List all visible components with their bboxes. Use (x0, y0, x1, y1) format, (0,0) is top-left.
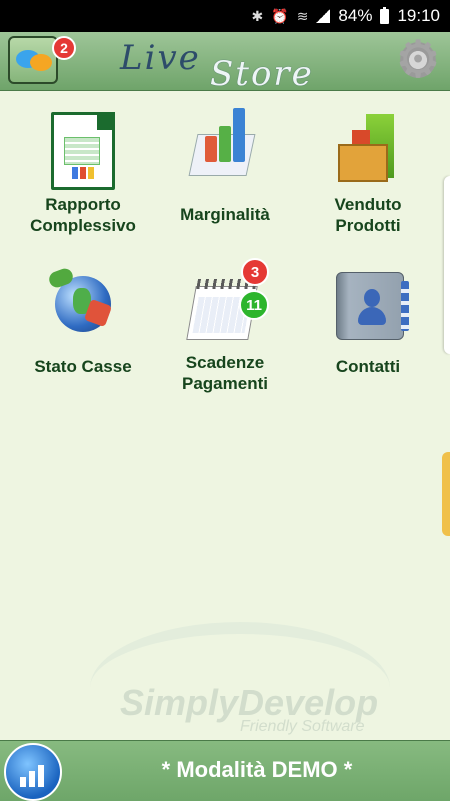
products-crate-icon (330, 108, 406, 186)
tile-stato-casse[interactable]: Stato Casse (8, 266, 158, 377)
spreadsheet-document-icon (45, 108, 121, 190)
bluetooth-icon: ✱ (251, 7, 264, 24)
tile-label-line2: Complessivo (30, 216, 136, 235)
watermark-logo: SimplyDevelop Friendly Software (90, 612, 400, 735)
globe-arrows-icon (45, 266, 121, 344)
bar-chart-icon (187, 108, 263, 186)
cloud-chart-icon[interactable] (4, 743, 62, 801)
alarm-icon: ⏰ (271, 7, 289, 24)
tile-label-line1: Venduto (334, 195, 402, 214)
battery-icon (380, 6, 390, 24)
tile-label-line1: Scadenze (185, 353, 265, 372)
calendar-icon: 3 11 (186, 258, 269, 344)
watermark-subtitle: Friendly Software (240, 718, 365, 735)
app-logo-live: Live (120, 38, 201, 78)
edge-handle[interactable] (442, 452, 450, 536)
clock: 19:10 (397, 6, 440, 25)
tile-scadenze-pagamenti[interactable]: 3 11 Scadenze Pagamenti (150, 258, 300, 394)
tile-label-line1: Rapporto (45, 195, 121, 214)
tile-rapporto-complessivo[interactable]: Rapporto Complessivo (8, 108, 158, 236)
tile-label-line2: Pagamenti (182, 374, 268, 393)
tile-label-line1: Stato Casse (34, 357, 132, 376)
footer-bar: * Modalità DEMO * (0, 740, 450, 801)
tile-marginalita[interactable]: Marginalità (150, 108, 300, 225)
address-book-icon (330, 266, 409, 344)
tile-label-line1: Contatti (335, 357, 401, 376)
payments-red-badge: 3 (241, 258, 269, 286)
status-bar: ✱ ⏰ ≋ 84% 19:10 (0, 0, 450, 32)
tile-contatti[interactable]: Contatti (293, 266, 443, 377)
demo-mode-label: * Modalità DEMO * (161, 757, 353, 782)
chat-button[interactable]: 2 (8, 36, 76, 84)
app-bar: 2 Live Store (0, 30, 450, 94)
tile-label-line1: Marginalità (180, 205, 270, 224)
battery-percent: 84% (338, 6, 373, 25)
wifi-icon: ≋ (296, 7, 309, 24)
payments-green-badge: 11 (239, 290, 269, 320)
tile-venduto-prodotti[interactable]: Venduto Prodotti (293, 108, 443, 236)
edge-panel-tab[interactable] (444, 176, 450, 354)
gear-icon[interactable] (394, 30, 442, 90)
chat-bubble-secondary (30, 54, 52, 71)
signal-icon (316, 9, 331, 23)
chat-notification-badge: 2 (52, 36, 76, 60)
tile-label-line2: Prodotti (335, 216, 401, 235)
app-logo-store: Store (210, 54, 314, 94)
